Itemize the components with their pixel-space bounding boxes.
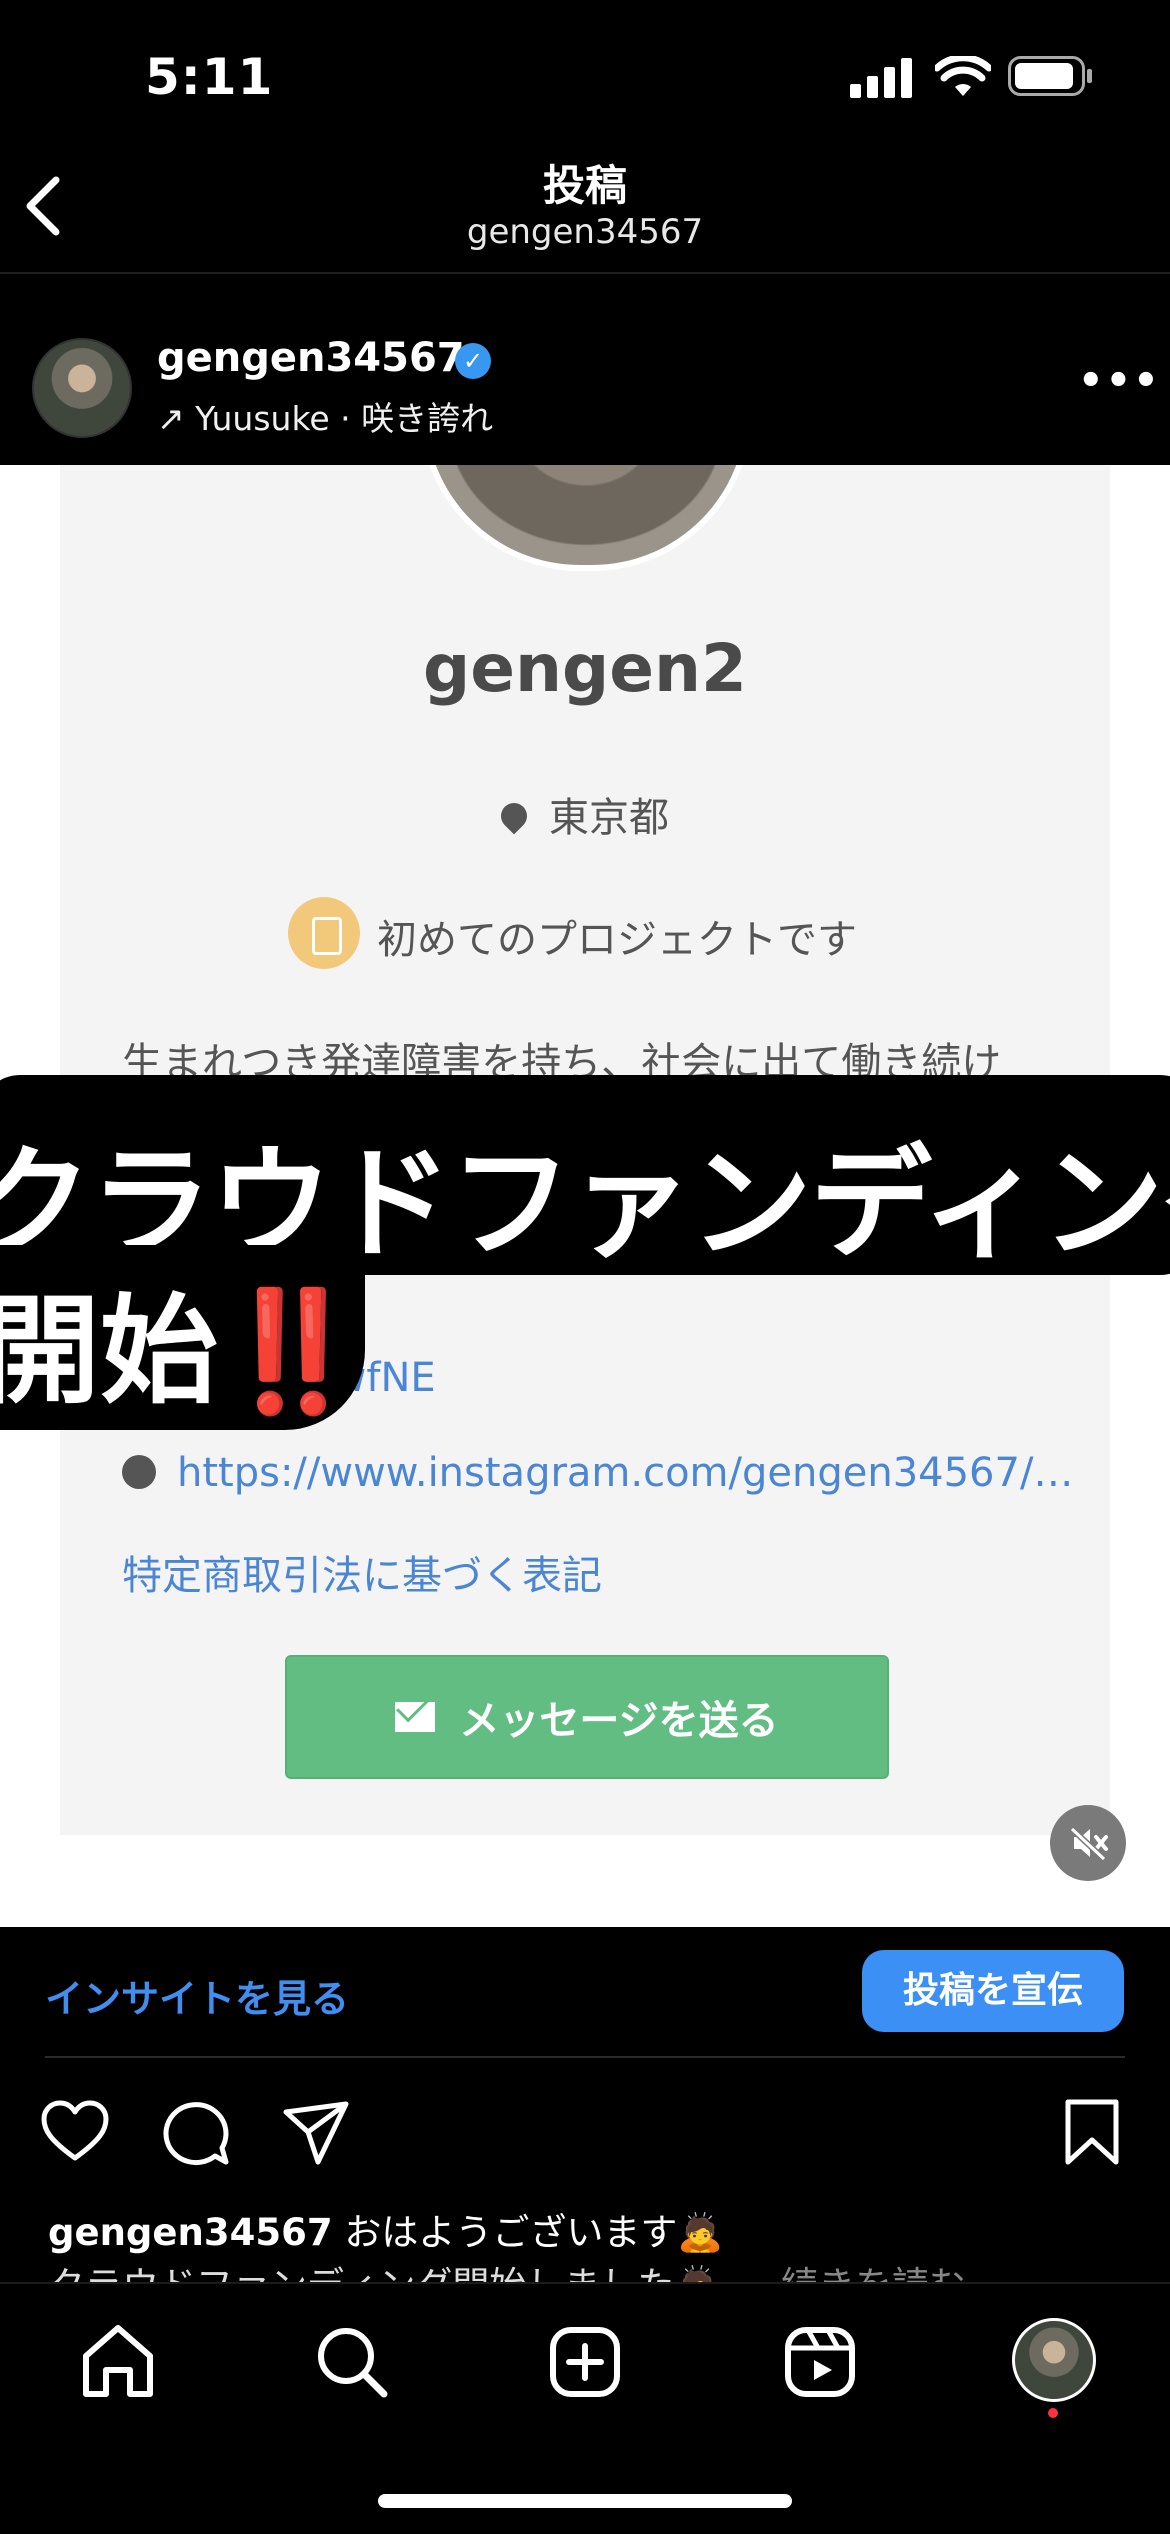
profile-tab-avatar[interactable]	[1012, 2318, 1096, 2402]
location-row: 東京都	[0, 785, 1170, 843]
like-heart-icon[interactable]	[40, 2098, 110, 2168]
page-title: 投稿	[542, 161, 627, 210]
mute-icon[interactable]	[1050, 1805, 1126, 1881]
double-exclamation-icon: ‼️	[218, 1282, 365, 1420]
notification-dot	[1048, 2408, 1058, 2418]
project-badge-text: 初めてのプロジェクトです	[377, 917, 857, 963]
wifi-icon	[935, 56, 991, 96]
location-text: 東京都	[549, 795, 669, 841]
search-icon[interactable]	[312, 2322, 392, 2402]
send-message-label: メッセージを送る	[459, 1698, 779, 1744]
instagram-link[interactable]: https://www.instagram.com/gengen34567/…	[177, 1450, 1073, 1496]
read-more-link[interactable]: … 続きを読む	[732, 2264, 966, 2283]
view-insights-link[interactable]: インサイトを見る	[45, 1968, 349, 2023]
header-divider	[0, 272, 1170, 274]
headline-line2-text: 開始	[0, 1282, 219, 1420]
caption-line2-text: クラウドファンディング開始しました🙇	[48, 2264, 720, 2283]
music-label[interactable]: ↗ Yuusuke · 咲き誇れ	[157, 392, 493, 440]
comment-icon[interactable]	[162, 2098, 232, 2168]
caption: gengen34567 おはようございます🙇	[48, 2202, 723, 2256]
reels-icon[interactable]	[780, 2322, 860, 2402]
create-post-icon[interactable]	[545, 2322, 625, 2402]
envelope-icon	[395, 1702, 436, 1732]
caption-username[interactable]: gengen34567	[48, 2211, 333, 2254]
post-username[interactable]: gengen34567	[157, 335, 465, 381]
divider	[45, 2056, 1125, 2058]
share-send-icon[interactable]	[282, 2098, 352, 2168]
status-time: 5:11	[145, 48, 274, 106]
headline-line2: 開始‼️	[0, 1255, 365, 1426]
globe-icon	[122, 1455, 156, 1489]
avatar[interactable]	[32, 338, 132, 438]
verified-badge-icon: ✓	[455, 343, 491, 379]
more-options-icon[interactable]: •••	[1078, 358, 1161, 404]
battery-icon	[1008, 56, 1092, 96]
project-badge-icon	[288, 897, 360, 969]
bookmark-icon[interactable]	[1058, 2098, 1128, 2168]
post-media[interactable]: gengen2 東京都 初めてのプロジェクトです 生まれつき発達障害を持ち、社会…	[0, 465, 1170, 1927]
caption-line2: クラウドファンディング開始しました🙇 … 続きを読む	[48, 2255, 966, 2283]
caption-text: おはようございます🙇	[332, 2211, 724, 2254]
location-pin-icon	[495, 797, 533, 835]
legal-notice-link[interactable]: 特定商取引法に基づく表記	[122, 1543, 602, 1601]
profile-name: gengen2	[423, 630, 747, 707]
home-icon[interactable]	[78, 2322, 158, 2402]
page-subtitle: gengen34567	[466, 212, 704, 252]
send-message-button[interactable]: メッセージを送る	[285, 1655, 889, 1779]
signal-icon	[850, 58, 912, 98]
home-indicator	[378, 2494, 792, 2508]
promote-post-button[interactable]: 投稿を宣伝	[862, 1950, 1124, 2032]
